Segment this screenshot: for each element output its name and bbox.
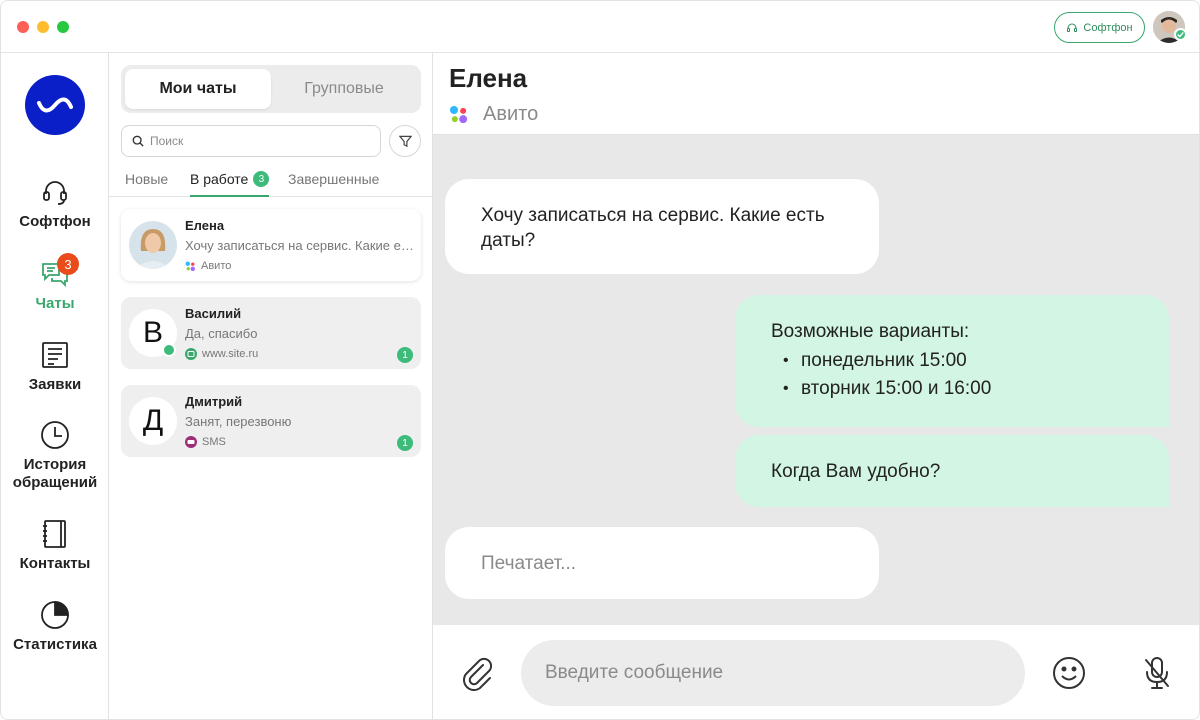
- microphone-off-icon[interactable]: [1139, 655, 1175, 691]
- avito-icon: [450, 105, 468, 123]
- last-message: Да, спасибо: [185, 326, 258, 341]
- brand-logo[interactable]: [25, 75, 85, 135]
- maximize-window-button[interactable]: [57, 21, 69, 33]
- nav-item-history[interactable]: История обращений: [1, 420, 109, 492]
- tab-in-progress[interactable]: В работе 3: [190, 171, 270, 197]
- online-status-icon: [162, 343, 176, 357]
- typing-indicator: Печатает...: [445, 527, 879, 599]
- softphone-button-label: Софтфон: [1083, 21, 1133, 34]
- nav-item-label: Софтфон: [19, 213, 91, 230]
- message-thread: Хочу записаться на сервис. Какие есть да…: [433, 135, 1199, 625]
- unread-badge: 1: [397, 347, 413, 363]
- message-input-wrapper: [521, 640, 1025, 706]
- unread-count-badge: 3: [57, 253, 79, 275]
- web-chat-icon: [185, 348, 197, 360]
- nav-item-label: Контакты: [19, 555, 91, 572]
- list-item: вторник 15:00 и 16:00: [771, 375, 1133, 403]
- filter-button[interactable]: [389, 125, 421, 157]
- unread-badge: 1: [397, 435, 413, 451]
- option-list: понедельник 15:00 вторник 15:00 и 16:00: [771, 347, 1133, 403]
- app-window: Софтфон Софтфон Чаты 3 Заявки История об…: [0, 0, 1200, 720]
- search-input[interactable]: [150, 134, 370, 148]
- contact-name: Василий: [185, 306, 242, 321]
- paperclip-icon[interactable]: [459, 655, 495, 691]
- chat-list-item[interactable]: Елена Хочу записаться на сервис. Какие е…: [121, 209, 421, 281]
- last-message: Занят, перезвоню: [185, 414, 292, 429]
- tab-new[interactable]: Новые: [125, 171, 168, 197]
- source-label: SMS: [185, 436, 226, 448]
- search-icon: [132, 135, 144, 147]
- message-text: Хочу записаться на сервис. Какие есть да…: [481, 205, 825, 251]
- clock-icon: [41, 421, 69, 449]
- pie-chart-icon: [41, 601, 69, 629]
- online-status-icon: [1174, 28, 1187, 41]
- search-box: [121, 125, 381, 157]
- headset-icon: [1067, 23, 1078, 32]
- headset-icon: [43, 181, 67, 205]
- typing-text: Печатает...: [481, 553, 577, 574]
- nav-item-label: История обращений: [12, 456, 98, 491]
- sms-icon: [185, 436, 197, 448]
- avatar: Д: [129, 397, 177, 445]
- message-composer: [433, 625, 1199, 719]
- avito-icon: [185, 261, 195, 271]
- count-badge: 3: [253, 171, 270, 187]
- nav-item-chats[interactable]: Чаты 3: [1, 253, 109, 312]
- avatar: [129, 221, 177, 269]
- nav-item-statistics[interactable]: Статистика: [1, 600, 109, 653]
- message-input[interactable]: [545, 662, 1005, 684]
- title-bar: Софтфон: [1, 1, 1199, 53]
- filter-icon: [398, 135, 412, 147]
- minimize-window-button[interactable]: [37, 21, 49, 33]
- softphone-button[interactable]: Софтфон: [1054, 12, 1145, 43]
- source-label: Авито: [185, 260, 231, 272]
- nav-item-requests[interactable]: Заявки: [1, 340, 109, 393]
- conversation-source: Авито: [449, 103, 538, 126]
- last-message: Хочу записаться на сервис. Какие есть да…: [185, 238, 415, 253]
- message-text: Когда Вам удобно?: [771, 461, 941, 482]
- message-text: Возможные варианты:: [771, 321, 970, 342]
- conversation-header: Елена Авито: [433, 53, 1199, 135]
- source-label: www.site.ru: [185, 348, 258, 360]
- incoming-message: Хочу записаться на сервис. Какие есть да…: [445, 179, 879, 274]
- tab-my-chats[interactable]: Мои чаты: [125, 69, 271, 109]
- nav-item-label: Заявки: [28, 376, 82, 393]
- chat-list-panel: Мои чаты Групповые Новые В работе 3 Заве…: [109, 53, 433, 719]
- nav-item-label: Чаты: [35, 295, 75, 312]
- close-window-button[interactable]: [17, 21, 29, 33]
- contact-name: Дмитрий: [185, 394, 243, 409]
- outgoing-message: Когда Вам удобно?: [735, 435, 1169, 507]
- nav-item-label: Статистика: [13, 636, 97, 653]
- nav-item-contacts[interactable]: Контакты: [1, 519, 109, 572]
- chat-list-item[interactable]: Д Дмитрий Занят, перезвоню SMS 1: [121, 385, 421, 457]
- tab-group-chats[interactable]: Групповые: [271, 69, 417, 109]
- conversation-title: Елена: [449, 63, 528, 93]
- list-item: понедельник 15:00: [771, 347, 1133, 375]
- emoji-icon[interactable]: [1051, 655, 1087, 691]
- outgoing-message: Возможные варианты: понедельник 15:00 вт…: [735, 295, 1169, 427]
- tab-label: В работе: [190, 171, 249, 187]
- contact-name: Елена: [185, 218, 225, 233]
- chat-list-item[interactable]: В Василий Да, спасибо www.site.ru 1: [121, 297, 421, 369]
- chat-status-tabs: Новые В работе 3 Завершенные: [109, 165, 433, 197]
- document-list-icon: [42, 342, 68, 368]
- contact-book-icon: [43, 520, 66, 548]
- nav-item-softphone[interactable]: Софтфон: [1, 177, 109, 230]
- chat-scope-switch: Мои чаты Групповые: [121, 65, 421, 113]
- side-navigation: Софтфон Чаты 3 Заявки История обращений …: [1, 53, 109, 719]
- tab-completed[interactable]: Завершенные: [288, 171, 379, 197]
